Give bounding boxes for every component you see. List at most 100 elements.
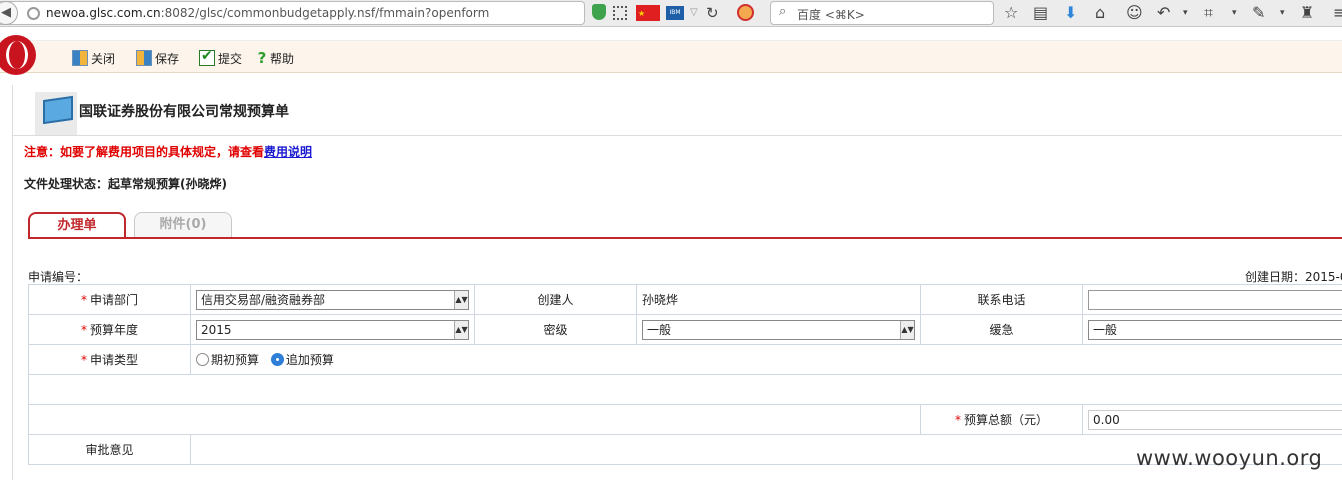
secret-level-select[interactable]: 一般 ▲▼ <box>642 319 915 340</box>
menu-icon[interactable]: ≡ <box>1333 3 1342 23</box>
chevron-down-icon: ▲▼ <box>454 320 468 339</box>
year-cell: 2015 ▲▼ <box>190 314 475 345</box>
empty-row <box>28 374 1342 405</box>
chevron-down-icon: ▲▼ <box>900 320 914 339</box>
phone-label: 联系电话 <box>920 284 1083 315</box>
submit-label: 提交 <box>218 51 243 66</box>
chat-icon[interactable]: ☺ <box>1126 3 1143 23</box>
help-icon: ? <box>257 49 267 67</box>
year-select[interactable]: 2015 ▲▼ <box>196 319 469 340</box>
china-flag-icon[interactable] <box>636 5 660 23</box>
total-label: * 预算总额（元） <box>920 404 1083 435</box>
year-label: * 预算年度 <box>28 314 191 345</box>
secret-level-label: 密级 <box>474 314 637 345</box>
qr-code-icon[interactable] <box>613 6 627 20</box>
radio-initial-budget[interactable]: 期初预算 <box>196 351 259 368</box>
reading-list-icon[interactable]: ▤ <box>1033 3 1048 23</box>
help-button[interactable]: ? 帮助 <box>257 49 294 67</box>
urgency-select[interactable]: 一般 <box>1088 319 1342 340</box>
year-label-text: 预算年度 <box>89 323 138 337</box>
table-row <box>28 374 1342 405</box>
extension-icon[interactable]: ♜ <box>1300 3 1314 23</box>
radio-selected-icon <box>270 352 284 366</box>
form-page: 国联证券股份有限公司常规预算单 注意：如要了解费用项目的具体规定，请查看费用说明… <box>12 85 1342 480</box>
checkbox-icon <box>199 48 215 66</box>
help-label: 帮助 <box>270 51 295 66</box>
save-label: 保存 <box>155 51 180 66</box>
secret-level-value: 一般 <box>647 323 672 337</box>
phone-field[interactable] <box>1088 289 1342 310</box>
url-text: newoa.glsc.com.cn:8082/glsc/commonbudget… <box>46 6 490 20</box>
crop-icon[interactable]: ⌗ <box>1204 3 1213 23</box>
chevron-down-icon[interactable]: ▽ <box>690 4 698 22</box>
close-label: 关闭 <box>91 51 116 66</box>
close-button[interactable]: 关闭 <box>72 49 115 67</box>
required-mark: * <box>80 293 87 307</box>
shield-icon[interactable] <box>592 4 606 20</box>
reload-icon[interactable]: ↻ <box>706 4 719 22</box>
urgency-cell: 一般 <box>1082 314 1342 345</box>
save-button[interactable]: 保存 <box>136 49 179 67</box>
company-logo <box>0 35 36 75</box>
divider <box>13 135 1342 136</box>
expense-notes-link[interactable]: 费用说明 <box>264 145 312 159</box>
type-label: * 申请类型 <box>28 344 191 375</box>
save-icon <box>136 50 152 66</box>
creator-value: 孙晓烨 <box>636 284 921 315</box>
notice-text: 注意：如要了解费用项目的具体规定，请查看费用说明 <box>24 143 312 160</box>
table-row: * 申请类型 期初预算 追加预算 <box>28 344 1342 375</box>
department-select[interactable]: 信用交易部/融资融券部 ▲▼ <box>196 289 469 310</box>
address-bar[interactable]: newoa.glsc.com.cn:8082/glsc/commonbudget… <box>0 1 585 25</box>
required-mark: * <box>954 413 961 427</box>
tab-attachments[interactable]: 附件(0) <box>134 212 232 238</box>
department-value: 信用交易部/融资融券部 <box>201 293 326 307</box>
radio-label: 追加预算 <box>285 352 334 367</box>
notice-label: 注意：如要了解费用项目的具体规定，请查看 <box>24 145 265 159</box>
apply-number-label: 申请编号： <box>28 270 89 284</box>
department-cell: 信用交易部/融资融券部 ▲▼ <box>190 284 475 315</box>
search-icon: ⌕ <box>779 4 787 19</box>
ibm-icon[interactable]: IBM <box>666 6 684 20</box>
total-label-text: 预算总额（元） <box>963 413 1048 427</box>
undo-icon[interactable]: ↶ <box>1157 3 1170 23</box>
tab-underline <box>28 237 1342 239</box>
process-status: 文件处理状态：起草常规预算(孙晓烨) <box>24 177 227 191</box>
globe-icon <box>27 7 40 20</box>
chevron-down-icon[interactable]: ▾ <box>1183 3 1188 23</box>
table-row: * 申请部门 信用交易部/融资融券部 ▲▼ 创建人 孙晓烨 联系电话 <box>28 284 1342 315</box>
create-date-label: 创建日期：2015-0 <box>1245 270 1342 284</box>
year-value: 2015 <box>201 322 232 337</box>
table-row: * 预算年度 2015 ▲▼ 密级 一般 ▲▼ 缓急 一般 <box>28 314 1342 345</box>
radio-additional-budget[interactable]: 追加预算 <box>270 351 334 368</box>
search-placeholder: 百度 <⌘K> <box>797 8 865 22</box>
search-input[interactable]: ⌕ 百度 <⌘K> <box>770 1 994 25</box>
page-title: 国联证券股份有限公司常规预算单 <box>79 104 289 120</box>
radio-label: 期初预算 <box>211 352 260 367</box>
type-cell: 期初预算 追加预算 <box>190 344 1342 375</box>
phone-cell <box>1082 284 1342 315</box>
wand-icon[interactable]: ✎ <box>1252 3 1265 23</box>
browser-toolbar: newoa.glsc.com.cn:8082/glsc/commonbudget… <box>0 0 1342 27</box>
tab-form[interactable]: 办理单 <box>28 212 126 239</box>
form-icon <box>35 92 77 136</box>
secret-level-cell: 一般 ▲▼ <box>636 314 921 345</box>
radio-icon <box>196 352 209 366</box>
close-icon <box>72 50 88 66</box>
home-icon[interactable]: ⌂ <box>1095 3 1105 23</box>
block-icon[interactable] <box>737 4 754 21</box>
chevron-down-icon: ▲▼ <box>454 290 468 309</box>
submit-button[interactable]: 提交 <box>199 48 243 67</box>
chevron-down-icon[interactable]: ▾ <box>1232 3 1237 23</box>
required-mark: * <box>80 353 87 367</box>
bookmark-star-icon[interactable]: ☆ <box>1004 3 1018 23</box>
chevron-down-icon[interactable]: ▾ <box>1280 3 1285 23</box>
download-icon[interactable]: ⬇ <box>1064 3 1077 23</box>
urgency-label: 缓急 <box>920 314 1083 345</box>
total-amount-field[interactable]: 0.00 <box>1088 409 1342 430</box>
creator-label: 创建人 <box>474 284 637 315</box>
approval-label: 审批意见 <box>28 434 191 465</box>
total-spacer <box>28 404 921 435</box>
type-label-text: 申请类型 <box>89 353 138 367</box>
department-label: * 申请部门 <box>28 284 191 315</box>
table-row: * 预算总额（元） 0.00 <box>28 404 1342 435</box>
